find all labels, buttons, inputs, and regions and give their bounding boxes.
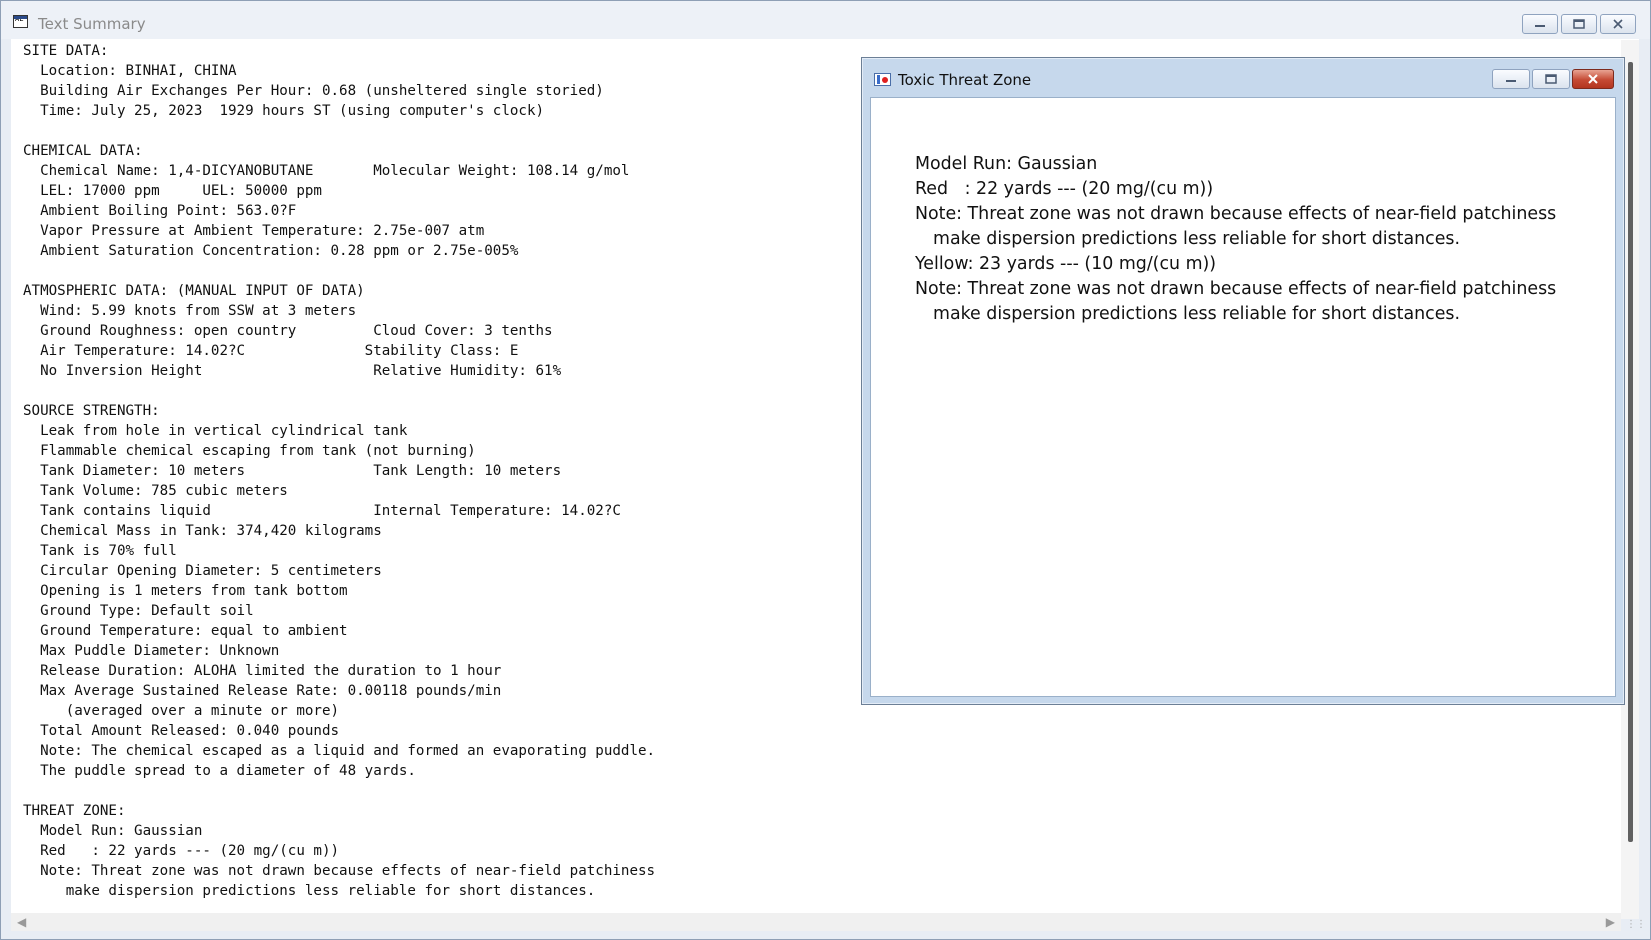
report-line: Tank Diameter: 10 meters Tank Length: 10… — [23, 463, 562, 479]
report-line: Total Amount Released: 0.040 pounds — [23, 723, 340, 739]
report-line: Circular Opening Diameter: 5 centimeters — [23, 563, 382, 579]
report-line: Ground Roughness: open country Cloud Cov… — [23, 323, 553, 339]
threat-zone-title: Toxic Threat Zone — [898, 71, 1032, 89]
report-line: Time: July 25, 2023 1929 hours ST (using… — [23, 103, 545, 119]
close-button[interactable] — [1600, 14, 1636, 34]
threat-zone-icon[interactable] — [874, 73, 891, 86]
report-line: SITE DATA: — [23, 43, 109, 59]
close-icon — [1613, 19, 1623, 29]
report-line: Wind: 5.99 knots from SSW at 3 meters — [23, 303, 357, 319]
threat-zone-text: Model Run: Gaussian Red : 22 yards --- (2… — [915, 152, 1556, 327]
report-line: Max Average Sustained Release Rate: 0.00… — [23, 683, 502, 699]
title-bar[interactable]: AL Text Summary — [1, 1, 1650, 39]
report-line: Note: The chemical escaped as a liquid a… — [23, 743, 656, 759]
minimize-icon — [1535, 25, 1545, 27]
report-line: Building Air Exchanges Per Hour: 0.68 (u… — [23, 83, 604, 99]
horizontal-scrollbar[interactable]: ◀ ▶ — [11, 913, 1621, 931]
threat-zone-content: Model Run: Gaussian Red : 22 yards --- (2… — [870, 97, 1616, 697]
threat-zone-line: Yellow: 23 yards --- (10 mg/(cu m)) — [915, 254, 1217, 274]
report-line: Air Temperature: 14.02?C Stability Class… — [23, 343, 519, 359]
threat-close-button[interactable] — [1572, 69, 1614, 89]
report-line: ATMOSPHERIC DATA: (MANUAL INPUT OF DATA) — [23, 283, 365, 299]
text-summary-window: AL Text Summary SITE DATA: Location: BIN… — [0, 0, 1651, 940]
resize-grip-icon[interactable]: ⋮⋮ — [1626, 919, 1646, 930]
report-line: Location: BINHAI, CHINA — [23, 63, 237, 79]
report-line: Note: Threat zone was not drawn because … — [23, 863, 656, 879]
report-line: Flammable chemical escaping from tank (n… — [23, 443, 476, 459]
threat-maximize-button[interactable] — [1532, 69, 1570, 89]
threat-zone-line: make dispersion predictions less reliabl… — [933, 229, 1461, 249]
report-line: SOURCE STRENGTH: — [23, 403, 160, 419]
report-line: Ambient Saturation Concentration: 0.28 p… — [23, 243, 519, 259]
scroll-left-arrow-icon[interactable]: ◀ — [17, 915, 26, 929]
threat-minimize-button[interactable] — [1492, 69, 1530, 89]
report-line: Ground Temperature: equal to ambient — [23, 623, 348, 639]
report-line — [23, 781, 655, 801]
report-line: Tank Volume: 785 cubic meters — [23, 483, 288, 499]
restore-icon — [1545, 73, 1557, 84]
report-line: Tank contains liquid Internal Temperatur… — [23, 503, 621, 519]
report-line — [23, 121, 655, 141]
report-line: Model Run: Gaussian — [23, 823, 203, 839]
vertical-scroll-thumb[interactable] — [1628, 62, 1633, 842]
terminal-icon[interactable]: AL — [13, 15, 28, 28]
report-line: No Inversion Height Relative Humidity: 6… — [23, 363, 562, 379]
maximize-button[interactable] — [1561, 14, 1597, 34]
report-line: LEL: 17000 ppm UEL: 50000 ppm — [23, 183, 322, 199]
minimize-icon — [1506, 80, 1516, 82]
scroll-right-arrow-icon[interactable]: ▶ — [1606, 915, 1615, 929]
report-line: Tank is 70% full — [23, 543, 177, 559]
report-line: Vapor Pressure at Ambient Temperature: 2… — [23, 223, 485, 239]
report-line: The puddle spread to a diameter of 48 ya… — [23, 763, 416, 779]
restore-icon — [1573, 18, 1585, 29]
report-line: (averaged over a minute or more) — [23, 703, 340, 719]
threat-zone-line: Red : 22 yards --- (20 mg/(cu m)) — [915, 179, 1214, 199]
report-line: CHEMICAL DATA: — [23, 143, 143, 159]
report-line: Chemical Name: 1,4-DICYANOBUTANE Molecul… — [23, 163, 630, 179]
report-line — [23, 261, 655, 281]
report-line: Chemical Mass in Tank: 374,420 kilograms — [23, 523, 382, 539]
report-line: THREAT ZONE: — [23, 803, 126, 819]
toxic-threat-zone-window: Toxic Threat Zone Model Run: Gaussian Red… — [861, 57, 1625, 705]
report-line: Red : 22 yards --- (20 mg/(cu m)) — [23, 843, 340, 859]
threat-zone-line: make dispersion predictions less reliabl… — [933, 304, 1461, 324]
report-line: Release Duration: ALOHA limited the dura… — [23, 663, 502, 679]
threat-zone-line: Model Run: Gaussian — [915, 154, 1098, 174]
close-icon — [1588, 74, 1598, 84]
threat-zone-line: Note: Threat zone was not drawn because … — [915, 279, 1557, 299]
report-line: Ambient Boiling Point: 563.0?F — [23, 203, 297, 219]
report-line: Opening is 1 meters from tank bottom — [23, 583, 348, 599]
threat-zone-line: Note: Threat zone was not drawn because … — [915, 204, 1557, 224]
window-title: Text Summary — [38, 15, 146, 33]
report-line — [23, 381, 655, 401]
report-line: Max Puddle Diameter: Unknown — [23, 643, 280, 659]
threat-zone-title-bar[interactable]: Toxic Threat Zone — [862, 58, 1624, 96]
minimize-button[interactable] — [1522, 14, 1558, 34]
report-line: make dispersion predictions less reliabl… — [23, 883, 596, 899]
report-line: Leak from hole in vertical cylindrical t… — [23, 423, 408, 439]
summary-report: SITE DATA: Location: BINHAI, CHINA Build… — [23, 41, 655, 901]
report-line: Ground Type: Default soil — [23, 603, 254, 619]
